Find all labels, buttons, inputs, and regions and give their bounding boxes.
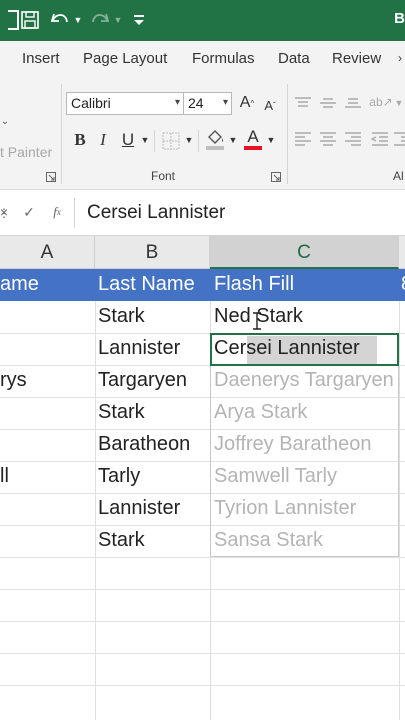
window-title: B: [394, 10, 405, 27]
ribbon-separator: [287, 84, 288, 184]
gridline: [0, 557, 405, 558]
align-center-icon[interactable]: [318, 130, 338, 148]
align-right-icon[interactable]: [343, 130, 363, 148]
ribbon-tabs: Insert Page Layout Formulas Data Review …: [0, 41, 405, 78]
borders-icon[interactable]: [160, 130, 182, 152]
italic-icon[interactable]: I: [94, 128, 112, 152]
gridline: [0, 589, 405, 590]
font-name-value: Calibri: [71, 95, 111, 111]
font-color-dropdown-icon[interactable]: ▼: [266, 130, 276, 150]
increase-indent-icon[interactable]: [393, 130, 405, 148]
cell-a3[interactable]: [0, 333, 95, 365]
header-cell-first-name[interactable]: ame: [0, 269, 95, 301]
insert-function-icon[interactable]: fx: [48, 202, 66, 222]
font-group-label: Font: [151, 169, 176, 183]
header-cell-last-name[interactable]: Last Name: [98, 269, 210, 301]
cell-a5[interactable]: [0, 397, 95, 429]
align-left-icon[interactable]: [293, 130, 313, 148]
cell-a8[interactable]: [0, 493, 95, 525]
gridline: [0, 621, 405, 622]
worksheet-grid[interactable]: A B C ame Last Name Flash Fill 8 Stark N…: [0, 236, 405, 720]
ribbon-separator: [154, 130, 155, 152]
cell-b7[interactable]: Tarly: [98, 461, 210, 493]
font-size-dropdown-icon[interactable]: ▾: [223, 97, 228, 108]
cell-c5-suggestion[interactable]: Arya Stark: [214, 397, 399, 429]
tab-data[interactable]: Data: [278, 50, 310, 67]
enter-check-icon[interactable]: ✓: [20, 202, 38, 222]
undo-icon[interactable]: [48, 8, 72, 32]
cell-a7[interactable]: ll: [0, 461, 95, 493]
text-cursor-icon: [252, 312, 262, 330]
font-color-icon[interactable]: A: [242, 126, 264, 152]
save-icon[interactable]: [18, 8, 42, 32]
cell-b4[interactable]: Targaryen: [98, 365, 210, 397]
column-header-c[interactable]: C: [210, 236, 399, 269]
font-size-value: 24: [188, 95, 204, 111]
ribbon: ⌄ t Painter Calibri ▾ 24 ▾ A ^ Aˇ B I U ▼…: [0, 78, 405, 190]
cell-b9[interactable]: Stark: [98, 525, 210, 557]
increase-font-size-icon[interactable]: A ^: [236, 92, 258, 114]
column-header-b[interactable]: B: [95, 236, 210, 269]
cell-b5[interactable]: Stark: [98, 397, 210, 429]
tabs-overflow-icon[interactable]: ›: [398, 51, 402, 65]
font-name-dropdown-icon[interactable]: ▾: [175, 97, 180, 108]
cell-a6[interactable]: [0, 429, 95, 461]
clipboard-dropdown-icon[interactable]: ⌄: [0, 114, 10, 128]
redo-dropdown-icon[interactable]: ▼: [112, 8, 124, 32]
cell-c6-suggestion[interactable]: Joffrey Baratheon: [214, 429, 399, 461]
alignment-group-label: Al: [393, 169, 404, 183]
cell-b8[interactable]: Lannister: [98, 493, 210, 525]
font-size-box[interactable]: 24 ▾: [183, 92, 232, 115]
orientation-icon[interactable]: ab↗: [369, 92, 392, 112]
tab-page-layout[interactable]: Page Layout: [83, 50, 167, 67]
cell-c7-suggestion[interactable]: Samwell Tarly: [214, 461, 399, 493]
cell-c3[interactable]: Cersei Lannister: [214, 333, 397, 365]
formula-input[interactable]: Cersei Lannister: [87, 202, 225, 224]
header-cell-next[interactable]: 8: [401, 269, 405, 301]
underline-icon[interactable]: U: [118, 128, 138, 152]
decrease-font-size-icon[interactable]: Aˇ: [260, 94, 280, 116]
middle-align-icon[interactable]: [318, 94, 338, 112]
top-align-icon[interactable]: [293, 94, 313, 112]
cell-b3[interactable]: Lannister: [98, 333, 210, 365]
font-name-box[interactable]: Calibri ▾: [66, 92, 184, 115]
redo-icon[interactable]: [88, 8, 112, 32]
header-cell-flash-fill[interactable]: Flash Fill: [214, 269, 399, 301]
bold-icon[interactable]: B: [70, 128, 90, 152]
cell-a9[interactable]: [0, 525, 95, 557]
fill-color-icon[interactable]: [203, 126, 227, 152]
decrease-indent-icon[interactable]: [370, 130, 390, 148]
cell-b6[interactable]: Baratheon: [98, 429, 210, 461]
clipboard-launcher-icon[interactable]: [45, 171, 57, 183]
tab-review[interactable]: Review: [332, 50, 381, 67]
underline-dropdown-icon[interactable]: ▼: [140, 130, 150, 150]
cell-a2[interactable]: [0, 301, 95, 333]
cell-c8-suggestion[interactable]: Tyrion Lannister: [214, 493, 399, 525]
orientation-dropdown-icon[interactable]: ▼: [394, 94, 404, 112]
bottom-align-icon[interactable]: [343, 94, 363, 112]
formula-bar: ⋮ × ✓ fx Cersei Lannister: [0, 190, 405, 236]
font-launcher-icon[interactable]: [270, 171, 282, 183]
fill-color-dropdown-icon[interactable]: ▼: [228, 130, 238, 150]
cell-c9-suggestion[interactable]: Sansa Stark: [214, 525, 399, 557]
tab-formulas[interactable]: Formulas: [192, 50, 255, 67]
undo-dropdown-icon[interactable]: ▼: [72, 8, 84, 32]
cancel-icon[interactable]: ×: [0, 202, 8, 222]
cell-a4[interactable]: rys: [0, 365, 95, 397]
ribbon-separator: [61, 84, 62, 184]
borders-dropdown-icon[interactable]: ▼: [184, 130, 194, 150]
cell-c4-suggestion[interactable]: Daenerys Targaryen: [214, 365, 399, 397]
customize-qat-icon[interactable]: [130, 8, 148, 32]
gridline: [0, 685, 405, 686]
formula-bar-separator: [74, 198, 75, 228]
gridline: [0, 653, 405, 654]
cell-c2[interactable]: Ned Stark: [214, 301, 399, 333]
tab-insert[interactable]: Insert: [22, 50, 60, 67]
title-bar: ▼ ▼ B: [0, 0, 405, 41]
format-painter-button[interactable]: t Painter: [0, 142, 52, 162]
ribbon-separator: [198, 130, 199, 152]
column-header-d[interactable]: [399, 236, 405, 269]
cell-b2[interactable]: Stark: [98, 301, 210, 333]
column-header-a[interactable]: A: [0, 236, 95, 269]
